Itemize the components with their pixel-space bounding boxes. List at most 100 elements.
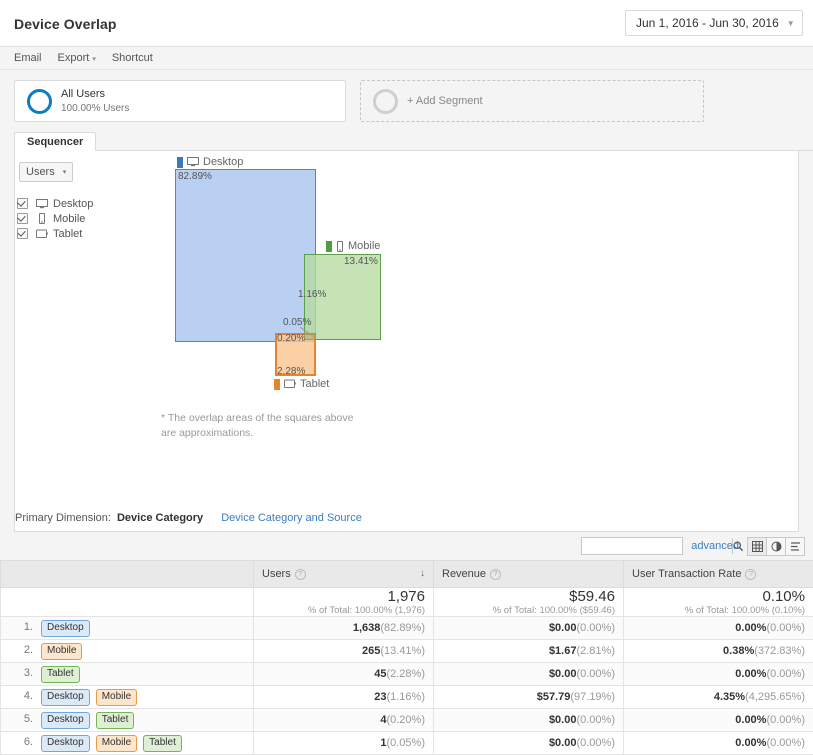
table-row[interactable]: 5.DesktopTablet4(0.20%)$0.00(0.00%)0.00%…	[1, 709, 813, 732]
overlap-panel: Users ▾ Desktop Mobile	[14, 151, 799, 506]
totals-dimension-cell	[1, 588, 254, 617]
pie-view-icon[interactable]	[767, 537, 786, 556]
device-chip-mobile[interactable]: Mobile	[96, 735, 137, 752]
device-chip-desktop[interactable]: Desktop	[41, 735, 90, 752]
mobile-icon	[35, 213, 48, 224]
row-users-cell: 4(0.20%)	[254, 709, 434, 732]
device-chip-mobile[interactable]: Mobile	[41, 643, 82, 660]
add-segment-label: + Add Segment	[407, 95, 483, 107]
venn-legend-mobile: Mobile	[326, 240, 380, 252]
row-dimension-cell: 2. Mobile	[1, 640, 254, 663]
device-chip-tablet[interactable]: Tablet	[41, 666, 80, 683]
search-box[interactable]	[581, 537, 683, 555]
export-button[interactable]: Export▾	[58, 52, 96, 64]
totals-revenue-cell: $59.46 % of Total: 100.00% ($59.46)	[434, 588, 624, 617]
row-rate-cell: 0.00%(0.00%)	[624, 663, 813, 686]
chevron-down-icon: ▾	[92, 56, 96, 63]
advanced-link[interactable]: advanced	[691, 540, 739, 552]
column-header-dimension	[1, 561, 254, 588]
totals-revenue-value: $59.46	[442, 588, 615, 605]
row-dimension-cell: 6. Desktop Mobile Tablet	[1, 732, 254, 755]
metric-select[interactable]: Users ▾	[19, 162, 73, 182]
row-users-cell: 265(13.41%)	[254, 640, 434, 663]
venn-legend-desktop: Desktop	[177, 156, 243, 168]
totals-rate-cell: 0.10% % of Total: 100.00% (0.10%)	[624, 588, 813, 617]
comparison-view-icon[interactable]	[786, 537, 805, 556]
row-index: 2.	[9, 644, 33, 656]
venn-legend-desktop-label: Desktop	[203, 156, 243, 168]
device-chip-tablet[interactable]: Tablet	[96, 712, 135, 729]
device-chip-desktop[interactable]: Desktop	[41, 712, 90, 729]
metric-select-label: Users	[26, 166, 55, 178]
device-chip-mobile[interactable]: Mobile	[96, 689, 137, 706]
date-range-label: Jun 1, 2016 - Jun 30, 2016	[636, 16, 779, 30]
add-segment-button[interactable]: + Add Segment	[360, 80, 704, 122]
table-row[interactable]: 2.Mobile265(13.41%)$1.67(2.81%)0.38%(372…	[1, 640, 813, 663]
table-view-icon[interactable]	[747, 537, 767, 556]
device-overlap-venn: Desktop 82.89% Mobile 13.41% 1.16% 0.20%…	[15, 151, 798, 431]
help-icon[interactable]: ?	[295, 569, 306, 580]
table-row[interactable]: 6.DesktopMobileTablet1(0.05%)$0.00(0.00%…	[1, 732, 813, 755]
export-label: Export	[58, 52, 90, 64]
device-filter-label: Desktop	[53, 198, 93, 210]
checkbox-desktop[interactable]	[17, 198, 28, 209]
checkbox-tablet[interactable]	[17, 228, 28, 239]
help-icon[interactable]: ?	[745, 569, 756, 580]
column-header-users-label: Users	[262, 568, 291, 580]
shortcut-button[interactable]: Shortcut	[112, 52, 153, 64]
tablet-icon	[284, 379, 296, 389]
segment-all-users[interactable]: All Users 100.00% Users	[14, 80, 346, 122]
row-dimension-cell: 5. Desktop Tablet	[1, 709, 254, 732]
venn-rect-tablet	[275, 333, 316, 376]
row-index: 4.	[9, 690, 33, 702]
venn-pct-all-three: 0.05%	[283, 317, 311, 328]
segment-ring-icon	[27, 89, 52, 114]
device-filter-desktop[interactable]: Desktop	[17, 196, 93, 211]
primary-dimension-link[interactable]: Device Category and Source	[221, 512, 362, 524]
device-filter-label: Mobile	[53, 213, 85, 225]
table-row[interactable]: 1.Desktop1,638(82.89%)$0.00(0.00%)0.00%(…	[1, 617, 813, 640]
device-filter-mobile[interactable]: Mobile	[17, 211, 93, 226]
row-users-cell: 1,638(82.89%)	[254, 617, 434, 640]
row-revenue-cell: $0.00(0.00%)	[434, 663, 624, 686]
venn-pct-desktop-mobile: 1.16%	[298, 289, 326, 300]
venn-legend-tablet: Tablet	[274, 378, 329, 390]
primary-dimension-bar: Primary Dimension: Device Category Devic…	[14, 506, 799, 532]
checkbox-mobile[interactable]	[17, 213, 28, 224]
row-users-cell: 1(0.05%)	[254, 732, 434, 755]
totals-rate-value: 0.10%	[632, 588, 805, 605]
table-row[interactable]: 4.DesktopMobile23(1.16%)$57.79(97.19%)4.…	[1, 686, 813, 709]
column-header-rate[interactable]: User Transaction Rate?	[624, 561, 813, 588]
mobile-icon	[336, 241, 344, 252]
email-button[interactable]: Email	[14, 52, 42, 64]
table-row[interactable]: 3.Tablet45(2.28%)$0.00(0.00%)0.00%(0.00%…	[1, 663, 813, 686]
row-revenue-cell: $57.79(97.19%)	[434, 686, 624, 709]
device-filter-tablet[interactable]: Tablet	[17, 226, 93, 241]
device-chip-desktop[interactable]: Desktop	[41, 689, 90, 706]
device-chip-tablet[interactable]: Tablet	[143, 735, 182, 752]
desktop-icon	[35, 199, 48, 209]
row-revenue-cell: $1.67(2.81%)	[434, 640, 624, 663]
row-dimension-cell: 4. Desktop Mobile	[1, 686, 254, 709]
venn-pct-desktop: 82.89%	[178, 171, 212, 182]
tab-bar: Sequencer	[14, 131, 813, 151]
device-chip-desktop[interactable]: Desktop	[41, 620, 90, 637]
totals-users-cell: 1,976 % of Total: 100.00% (1,976)	[254, 588, 434, 617]
column-header-users[interactable]: Users?↓	[254, 561, 434, 588]
table-totals-row: 1,976 % of Total: 100.00% (1,976) $59.46…	[1, 588, 813, 617]
table-body: 1,976 % of Total: 100.00% (1,976) $59.46…	[1, 588, 813, 755]
row-index: 5.	[9, 713, 33, 725]
row-index: 6.	[9, 736, 33, 748]
date-range-picker[interactable]: Jun 1, 2016 - Jun 30, 2016 ▼	[625, 10, 803, 36]
totals-revenue-sub: % of Total: 100.00% ($59.46)	[442, 605, 615, 616]
row-index: 1.	[9, 621, 33, 633]
tablet-icon	[35, 229, 48, 239]
venn-rect-desktop	[175, 169, 316, 342]
primary-dimension-active[interactable]: Device Category	[117, 512, 203, 524]
tab-sequencer[interactable]: Sequencer	[14, 132, 96, 152]
totals-rate-sub: % of Total: 100.00% (0.10%)	[632, 605, 805, 616]
help-icon[interactable]: ?	[490, 569, 501, 580]
venn-legend-mobile-label: Mobile	[348, 240, 380, 252]
column-header-revenue[interactable]: Revenue?	[434, 561, 624, 588]
view-mode-buttons	[747, 537, 805, 556]
